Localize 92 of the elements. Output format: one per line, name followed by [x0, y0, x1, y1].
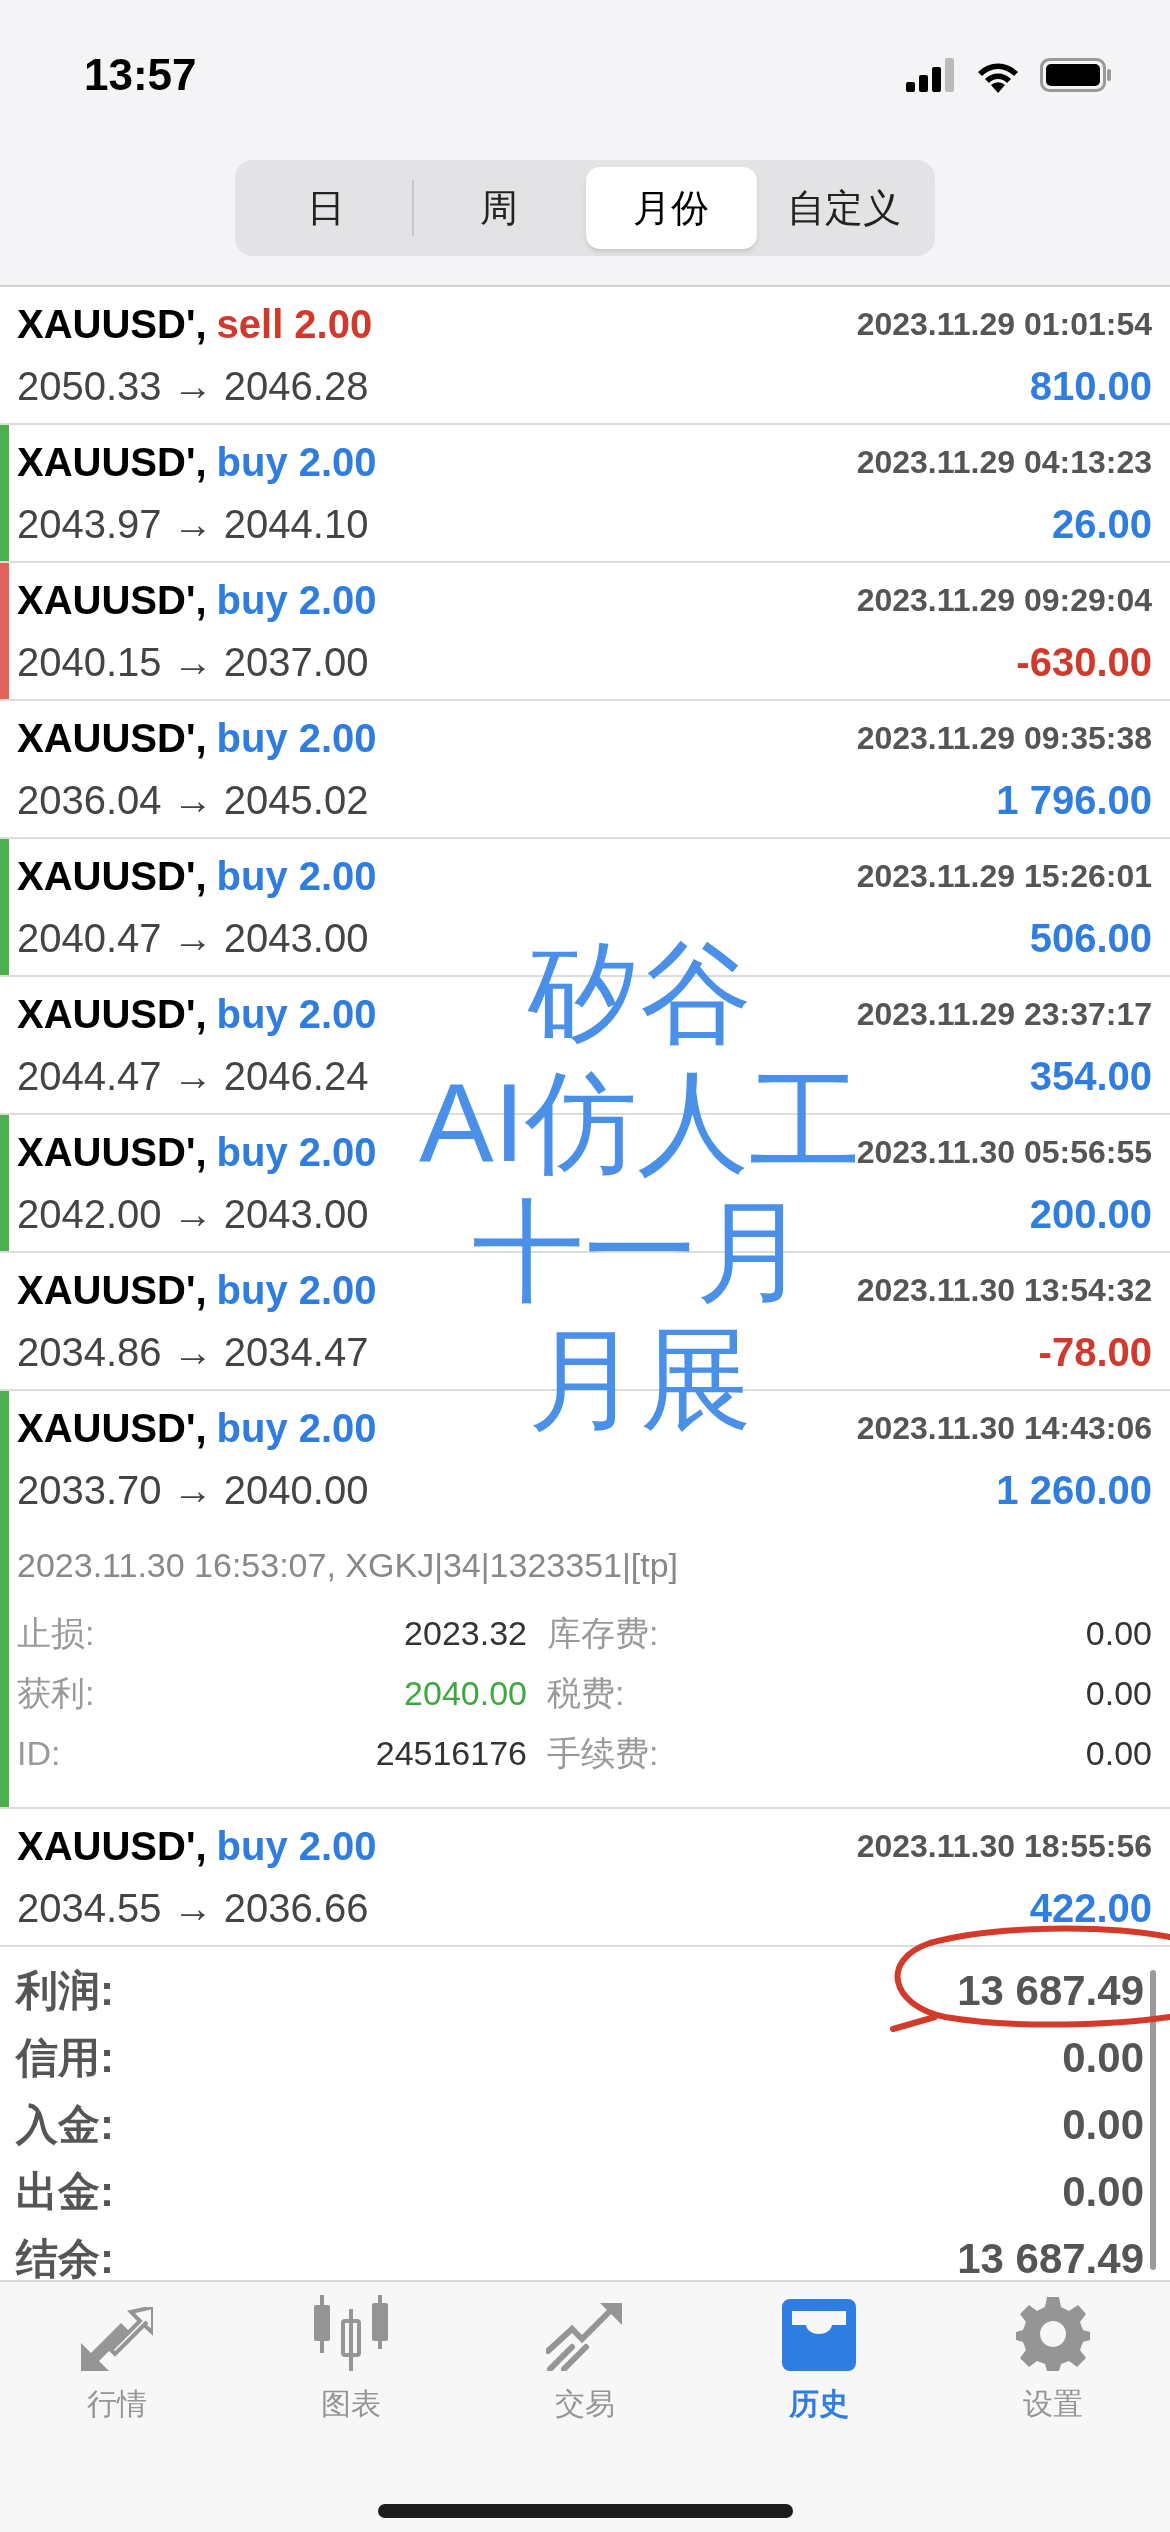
total-value: 0.00	[1062, 2100, 1144, 2150]
deal-profit: 506.00	[1029, 915, 1152, 962]
deal-symbol: XAUUSD',	[17, 853, 207, 900]
deal-prices: 2033.70 → 2040.00	[17, 1467, 369, 1514]
detail-label: 获利:	[17, 1672, 96, 1714]
deal-symbol: XAUUSD',	[17, 1823, 207, 1870]
detail-value: 2023.32	[403, 1612, 527, 1654]
deal-symbol: XAUUSD',	[17, 439, 207, 486]
deal-time: 2023.11.29 23:37:17	[856, 995, 1152, 1034]
tab-bar-item[interactable]: 交易	[468, 2282, 702, 2432]
deal-action: buy 2.00	[216, 577, 377, 624]
deal-time: 2023.11.30 14:43:06	[856, 1409, 1152, 1448]
detail-value: 0.00	[1085, 1732, 1152, 1774]
deal-profit: 26.00	[1051, 501, 1152, 548]
detail-label: 税费:	[547, 1672, 626, 1714]
tab-bar-item[interactable]: 行情	[0, 2282, 234, 2432]
total-value: 0.00	[1062, 2033, 1144, 2083]
deal-time: 2023.11.29 09:35:38	[856, 719, 1152, 758]
deal-profit: 354.00	[1029, 1053, 1152, 1100]
candlestick-icon	[311, 2295, 391, 2371]
annotation-text: 十一月	[472, 1187, 808, 1316]
deal-prices: 2040.47 → 2043.00	[17, 915, 369, 962]
tab-bar-item[interactable]: 设置	[936, 2282, 1170, 2432]
total-value: 13 687.49	[957, 2234, 1144, 2284]
deal-action: buy 2.00	[216, 1405, 377, 1452]
deal-prices: 2050.33 → 2046.28	[17, 363, 369, 410]
detail-label: 手续费:	[547, 1732, 660, 1774]
deal-prices: 2042.00 → 2043.00	[17, 1191, 369, 1238]
deal-profit: 1 260.00	[996, 1467, 1152, 1514]
deal-symbol: XAUUSD',	[17, 577, 207, 624]
total-label: 利润:	[16, 1966, 114, 2016]
deal-comment: 2023.11.30 16:53:07, XGKJ|34|1323351|[tp]	[17, 1544, 680, 1586]
detail-label: 止损:	[17, 1612, 96, 1654]
deal-action: sell 2.00	[216, 301, 373, 348]
deal-symbol: XAUUSD',	[17, 1129, 207, 1176]
deal-prices: 2034.55 → 2036.66	[17, 1885, 369, 1932]
detail-label: ID:	[17, 1732, 62, 1774]
battery-icon	[1040, 58, 1112, 92]
annotation-text: 矽谷	[528, 930, 752, 1058]
deal-prices: 2034.86 → 2034.47	[17, 1329, 369, 1376]
deal-symbol: XAUUSD',	[17, 301, 207, 348]
total-label: 结余:	[16, 2234, 114, 2284]
deal-action: buy 2.00	[216, 715, 377, 762]
detail-value: 24516176	[374, 1732, 527, 1774]
deal-prices: 2036.04 → 2045.02	[17, 777, 369, 824]
deal-time: 2023.11.29 15:26:01	[856, 857, 1152, 896]
deal-symbol: XAUUSD',	[17, 1267, 207, 1314]
detail-value: 0.00	[1085, 1612, 1152, 1654]
total-label: 信用:	[16, 2033, 114, 2083]
total-label: 入金:	[16, 2100, 114, 2150]
deal-prices: 2044.47 → 2046.24	[17, 1053, 369, 1100]
signal-icon	[906, 58, 956, 92]
period-tab[interactable]: 周	[413, 167, 584, 249]
deal-profit: 1 796.00	[996, 777, 1152, 824]
deal-symbol: XAUUSD',	[17, 715, 207, 762]
period-tab[interactable]: 月份	[586, 167, 757, 249]
deal-action: buy 2.00	[216, 853, 377, 900]
deal-profit: 200.00	[1029, 1191, 1152, 1238]
deal-time: 2023.11.29 09:29:04	[856, 581, 1152, 620]
detail-label: 库存费:	[547, 1612, 660, 1654]
period-tab[interactable]: 自定义	[758, 167, 929, 249]
deal-time: 2023.11.29 01:01:54	[856, 305, 1152, 344]
deal-action: buy 2.00	[216, 1823, 377, 1870]
status-time: 13:57	[84, 49, 197, 101]
tab-bar-item[interactable]: 图表	[234, 2282, 468, 2432]
deal-profit: 422.00	[1029, 1885, 1152, 1932]
deal-symbol: XAUUSD',	[17, 991, 207, 1038]
deal-action: buy 2.00	[216, 1267, 377, 1314]
deal-profit: -630.00	[1016, 639, 1152, 686]
deal-time: 2023.11.30 18:55:56	[856, 1827, 1152, 1866]
arrows-icon	[81, 2307, 153, 2371]
deal-profit: 810.00	[1029, 363, 1152, 410]
deal-action: buy 2.00	[216, 1129, 377, 1176]
gear-icon	[1016, 2297, 1090, 2371]
deal-profit: -78.00	[1038, 1329, 1152, 1376]
inbox-icon	[780, 2299, 858, 2371]
tab-bar-item[interactable]: 历史	[702, 2282, 936, 2432]
deal-prices: 2040.15 → 2037.00	[17, 639, 369, 686]
trend-arrow-icon	[546, 2301, 624, 2371]
deal-action: buy 2.00	[216, 439, 377, 486]
annotation-text: 月展	[528, 1316, 752, 1445]
deal-time: 2023.11.30 13:54:32	[856, 1271, 1152, 1310]
total-value: 0.00	[1062, 2167, 1144, 2217]
deal-prices: 2043.97 → 2044.10	[17, 501, 369, 548]
deal-symbol: XAUUSD',	[17, 1405, 207, 1452]
deal-time: 2023.11.29 04:13:23	[856, 443, 1152, 482]
deal-action: buy 2.00	[216, 991, 377, 1038]
total-label: 出金:	[16, 2167, 114, 2217]
detail-value: 2040.00	[403, 1672, 527, 1714]
total-value: 13 687.49	[957, 1966, 1144, 2016]
period-tab[interactable]: 日	[241, 167, 412, 249]
detail-value: 0.00	[1085, 1672, 1152, 1714]
